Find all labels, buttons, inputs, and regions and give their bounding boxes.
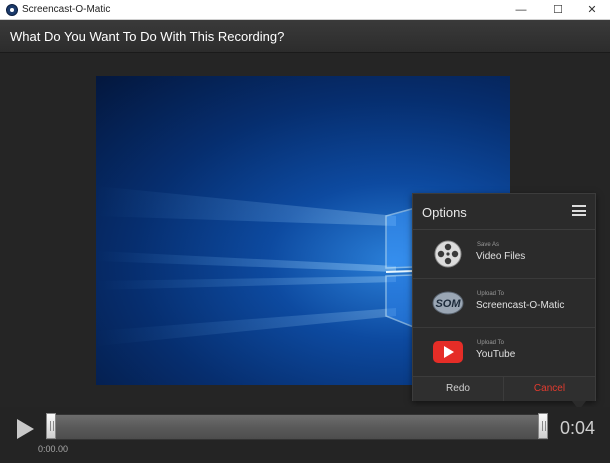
option-youtube-label: YouTube xyxy=(476,349,516,360)
start-time: 0:00.00 xyxy=(38,444,69,454)
cancel-button[interactable]: Cancel xyxy=(504,377,595,401)
som-logo-icon: SOM xyxy=(432,291,464,315)
page-title: What Do You Want To Do With This Recordi… xyxy=(10,29,285,44)
option-save-label: Video Files xyxy=(476,251,526,262)
option-som-label: Screencast-O-Matic xyxy=(476,300,565,311)
maximize-button[interactable]: ☐ xyxy=(543,0,573,20)
redo-button[interactable]: Redo xyxy=(413,377,504,401)
options-header: Options xyxy=(413,194,595,230)
play-icon[interactable] xyxy=(14,418,36,440)
app-logo-icon xyxy=(6,4,18,16)
options-footer: Redo Cancel xyxy=(413,376,595,401)
dialog-header: What Do You Want To Do With This Recordi… xyxy=(0,20,610,53)
option-youtube-caption: Upload To xyxy=(477,340,504,346)
option-save-video-files[interactable]: Save As Video Files xyxy=(413,230,595,279)
option-save-caption: Save As xyxy=(477,242,500,248)
youtube-icon xyxy=(433,341,463,363)
minimize-button[interactable]: — xyxy=(506,0,536,20)
trim-end-handle[interactable] xyxy=(538,413,548,439)
timeline-track[interactable] xyxy=(46,414,548,440)
svg-text:SOM: SOM xyxy=(435,298,461,310)
total-duration: 0:04 xyxy=(560,418,596,438)
options-title: Options xyxy=(422,205,467,220)
option-upload-screencast[interactable]: SOM Upload To Screencast-O-Matic xyxy=(413,279,595,328)
trim-start-handle[interactable] xyxy=(46,413,56,439)
playback-controls: 0:00.00 0:04 xyxy=(0,407,610,463)
option-upload-youtube[interactable]: Upload To YouTube xyxy=(413,328,595,376)
close-button[interactable]: ✕ xyxy=(574,0,610,20)
option-som-caption: Upload To xyxy=(477,291,504,297)
film-reel-icon xyxy=(434,240,462,268)
menu-icon[interactable] xyxy=(572,205,586,216)
title-bar: Screencast-O-Matic — ☐ ✕ xyxy=(0,0,610,20)
app-window: Screencast-O-Matic — ☐ ✕ What Do You Wan… xyxy=(0,0,610,463)
options-panel: Options Save As Video Files SOM Upload T… xyxy=(412,193,596,401)
window-title: Screencast-O-Matic xyxy=(22,4,111,15)
